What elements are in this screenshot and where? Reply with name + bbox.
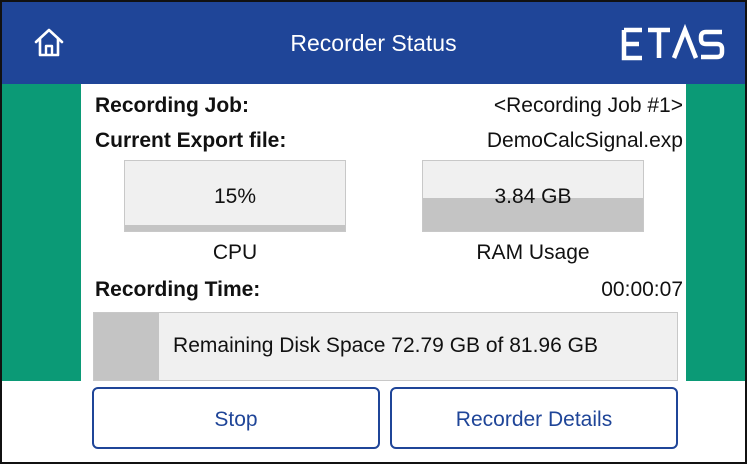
disk-space-text: Remaining Disk Space 72.79 GB of 81.96 G… [173,334,598,357]
recording-time-label: Recording Time: [95,278,261,301]
cpu-label: CPU [212,241,258,264]
header-bar: Recorder Status [2,2,745,84]
export-file-label: Current Export file: [95,129,287,152]
ram-label: RAM Usage [476,241,590,264]
cpu-value: 15% [213,185,257,208]
recorder-details-button[interactable]: Recorder Details [390,387,678,449]
recording-time-value: 00:00:07 [601,278,683,301]
cpu-meter: 15% [124,160,346,232]
export-file-value: DemoCalcSignal.exp [486,129,683,152]
left-accent-bar [2,84,81,381]
ram-meter: 3.84 GB [422,160,644,232]
etas-logo [621,24,725,61]
disk-space-bar: Remaining Disk Space 72.79 GB of 81.96 G… [93,312,678,381]
status-panel: Recording Job: <Recording Job #1> Curren… [81,84,686,381]
ram-value: 3.84 GB [494,185,572,208]
right-accent-bar [686,84,745,381]
stop-button[interactable]: Stop [92,387,380,449]
recording-job-value: <Recording Job #1> [493,94,683,117]
recording-job-label: Recording Job: [95,94,250,117]
recorder-status-window: Recorder Status Recording Job: <Recordin… [0,0,747,464]
cpu-meter-fill [125,225,345,231]
